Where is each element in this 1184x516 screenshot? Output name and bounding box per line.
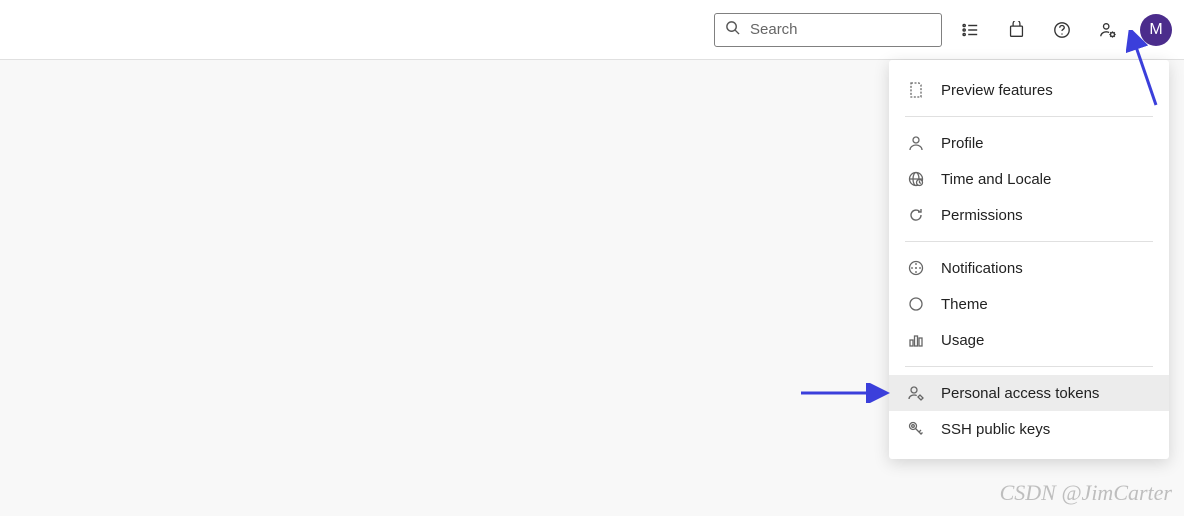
dropdown-item-label: Permissions: [941, 207, 1023, 224]
dropdown-section: Notifications Theme Usage: [889, 246, 1169, 362]
user-settings-icon[interactable]: [1090, 12, 1126, 48]
dropdown-divider: [905, 366, 1153, 367]
header-bar: M: [0, 0, 1184, 60]
dropdown-divider: [905, 241, 1153, 242]
theme-icon: [907, 295, 925, 313]
menu-preview-features[interactable]: Preview features: [889, 72, 1169, 108]
menu-personal-access-tokens[interactable]: Personal access tokens: [889, 375, 1169, 411]
locale-icon: [907, 170, 925, 188]
dropdown-item-label: SSH public keys: [941, 421, 1050, 438]
dropdown-item-label: Notifications: [941, 260, 1023, 277]
menu-theme[interactable]: Theme: [889, 286, 1169, 322]
ssh-icon: [907, 420, 925, 438]
user-settings-dropdown: Preview features Profile Time and Locale Pe…: [889, 60, 1169, 459]
dropdown-section: Preview features: [889, 68, 1169, 112]
dropdown-item-label: Time and Locale: [941, 171, 1051, 188]
dropdown-item-label: Personal access tokens: [941, 385, 1099, 402]
annotation-arrow-left: [799, 383, 894, 403]
dropdown-item-label: Usage: [941, 332, 984, 349]
menu-usage[interactable]: Usage: [889, 322, 1169, 358]
preview-icon: [907, 81, 925, 99]
avatar[interactable]: M: [1140, 14, 1172, 46]
pat-icon: [907, 384, 925, 402]
menu-notifications[interactable]: Notifications: [889, 250, 1169, 286]
search-icon: [725, 20, 740, 40]
dropdown-section: Personal access tokens SSH public keys: [889, 371, 1169, 451]
marketplace-icon[interactable]: [998, 12, 1034, 48]
search-input[interactable]: [750, 21, 931, 38]
dropdown-item-label: Profile: [941, 135, 984, 152]
dropdown-item-label: Theme: [941, 296, 988, 313]
usage-icon: [907, 331, 925, 349]
help-icon[interactable]: [1044, 12, 1080, 48]
notification-icon: [907, 259, 925, 277]
menu-profile[interactable]: Profile: [889, 125, 1169, 161]
search-box[interactable]: [714, 13, 942, 47]
refresh-icon: [907, 206, 925, 224]
menu-permissions[interactable]: Permissions: [889, 197, 1169, 233]
dropdown-divider: [905, 116, 1153, 117]
menu-time-locale[interactable]: Time and Locale: [889, 161, 1169, 197]
menu-ssh-keys[interactable]: SSH public keys: [889, 411, 1169, 447]
dropdown-item-label: Preview features: [941, 82, 1053, 99]
watermark: CSDN @JimCarter: [1000, 480, 1172, 506]
dropdown-section: Profile Time and Locale Permissions: [889, 121, 1169, 237]
profile-icon: [907, 134, 925, 152]
work-items-icon[interactable]: [952, 12, 988, 48]
